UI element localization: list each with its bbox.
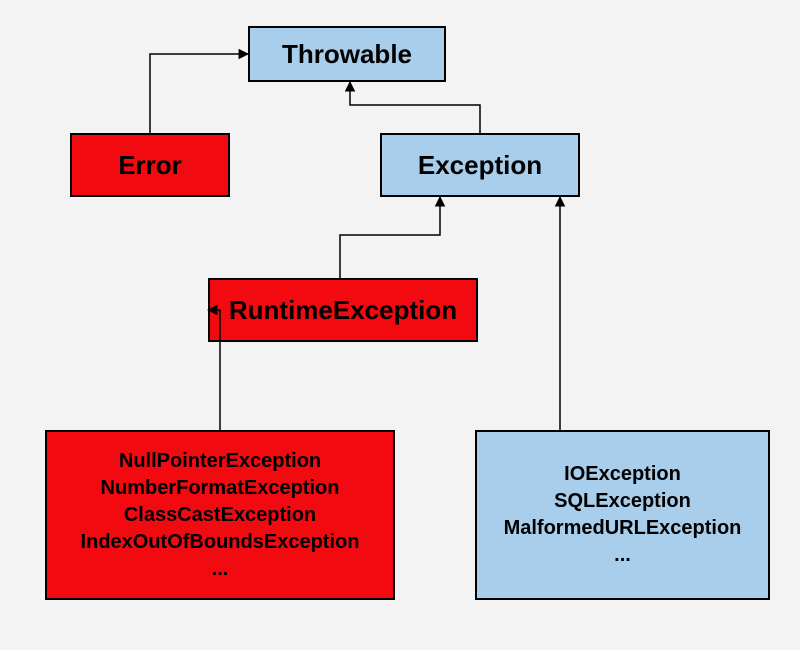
node-exception-label: Exception xyxy=(418,150,542,181)
node-throwable: Throwable xyxy=(248,26,446,82)
node-runtime: RuntimeException xyxy=(208,278,478,342)
edge-exception-throwable xyxy=(350,82,480,133)
node-error: Error xyxy=(70,133,230,197)
runtime-child-4: IndexOutOfBoundsException xyxy=(81,529,360,556)
exception-child-4: ... xyxy=(614,542,631,569)
node-runtime-children: NullPointerException NumberFormatExcepti… xyxy=(45,430,395,600)
exception-child-1: IOException xyxy=(564,461,681,488)
node-exception-children: IOException SQLException MalformedURLExc… xyxy=(475,430,770,600)
node-runtime-label: RuntimeException xyxy=(229,295,457,326)
exception-child-3: MalformedURLException xyxy=(504,515,742,542)
node-throwable-label: Throwable xyxy=(282,39,412,70)
edge-error-throwable xyxy=(150,54,248,133)
node-error-label: Error xyxy=(118,150,182,181)
runtime-child-5: ... xyxy=(212,556,229,583)
runtime-child-2: NumberFormatException xyxy=(101,475,340,502)
node-exception: Exception xyxy=(380,133,580,197)
runtime-child-1: NullPointerException xyxy=(119,448,321,475)
exception-child-2: SQLException xyxy=(554,488,691,515)
runtime-child-3: ClassCastException xyxy=(124,502,316,529)
edge-runtime-exception xyxy=(340,197,440,278)
